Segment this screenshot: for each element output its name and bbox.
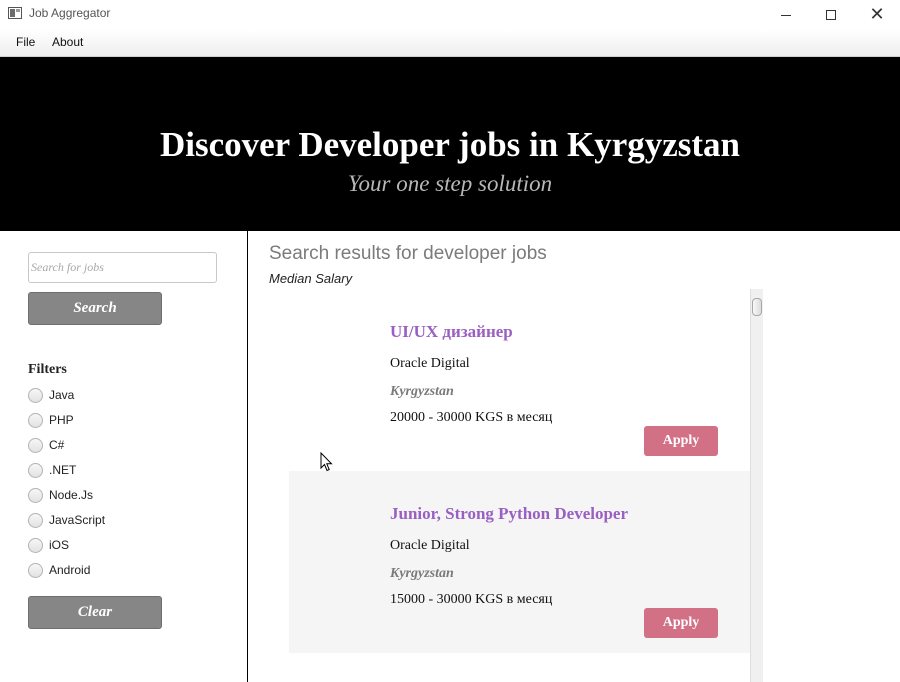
job-company: Oracle Digital (390, 538, 470, 553)
maximize-button[interactable] (808, 0, 854, 30)
job-card: Junior, Strong Python Developer Oracle D… (289, 471, 750, 653)
radio-button[interactable] (28, 487, 43, 503)
results-heading: Search results for developer jobs (269, 243, 547, 264)
filter-label: .NET (49, 463, 77, 477)
radio-button[interactable] (28, 562, 43, 578)
filter-label: PHP (49, 413, 74, 427)
sidebar: Search Filters Java PHP C# .NET Node.Js … (0, 231, 248, 682)
apply-button[interactable]: Apply (644, 426, 718, 456)
job-salary: 15000 - 30000 KGS в месяц (390, 592, 553, 607)
filter-android[interactable]: Android (28, 561, 90, 579)
filter-label: iOS (49, 538, 70, 552)
filter-csharp[interactable]: C# (28, 436, 64, 454)
search-button[interactable]: Search (28, 292, 162, 325)
search-input[interactable] (28, 252, 217, 283)
radio-button[interactable] (28, 387, 43, 403)
results-scrollbar[interactable] (750, 289, 763, 682)
radio-button[interactable] (28, 412, 43, 428)
menu-about[interactable]: About (52, 35, 83, 49)
filter-dotnet[interactable]: .NET (28, 461, 76, 479)
radio-button[interactable] (28, 512, 43, 528)
filter-java[interactable]: Java (28, 386, 74, 404)
radio-button[interactable] (28, 437, 43, 453)
filter-label: Android (49, 563, 91, 577)
filter-label: JavaScript (49, 513, 106, 527)
mouse-cursor-icon (320, 452, 333, 472)
hero-title: Discover Developer jobs in Kyrgyzstan (159, 125, 741, 164)
close-button[interactable]: ✕ (854, 0, 900, 30)
filter-label: C# (49, 438, 65, 452)
minimize-icon (781, 14, 791, 16)
filter-label: Node.Js (49, 488, 94, 502)
job-title: Junior, Strong Python Developer (390, 504, 629, 523)
close-icon: ✕ (869, 4, 885, 25)
window-title: Job Aggregator (29, 6, 111, 20)
app-icon (8, 7, 22, 19)
apply-button[interactable]: Apply (644, 608, 718, 638)
menu-bar: File About (0, 30, 900, 57)
filters-heading: Filters (28, 362, 67, 377)
filter-nodejs[interactable]: Node.Js (28, 486, 93, 504)
job-location: Kyrgyzstan (390, 384, 454, 399)
maximize-icon (826, 10, 836, 20)
median-salary-label: Median Salary (269, 271, 353, 286)
hero-subtitle: Your one step solution (347, 171, 553, 196)
filter-label: Java (49, 388, 75, 402)
hero-banner: Discover Developer jobs in Kyrgyzstan Yo… (0, 57, 900, 231)
results-list: UI/UX дизайнер Oracle Digital Kyrgyzstan… (289, 289, 750, 682)
job-title: UI/UX дизайнер (390, 322, 513, 341)
job-card: UI/UX дизайнер Oracle Digital Kyrgyzstan… (289, 289, 750, 471)
job-location: Kyrgyzstan (390, 566, 454, 581)
filter-javascript[interactable]: JavaScript (28, 511, 105, 529)
filter-ios[interactable]: iOS (28, 536, 69, 554)
job-company: Oracle Digital (390, 356, 470, 371)
scrollbar-thumb[interactable] (752, 298, 762, 316)
radio-button[interactable] (28, 537, 43, 553)
job-salary: 20000 - 30000 KGS в месяц (390, 410, 553, 425)
minimize-button[interactable] (763, 0, 809, 30)
radio-button[interactable] (28, 462, 43, 478)
menu-file[interactable]: File (16, 35, 35, 49)
title-bar: Job Aggregator ✕ (0, 0, 900, 30)
clear-button[interactable]: Clear (28, 596, 162, 629)
filter-php[interactable]: PHP (28, 411, 74, 429)
